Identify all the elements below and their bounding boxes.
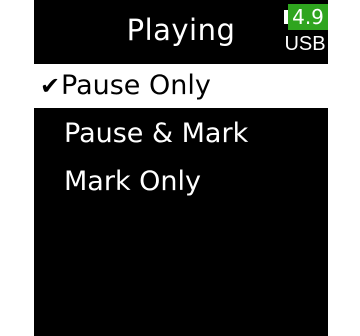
menu-item-pause-only[interactable]: ✔ Pause Only — [34, 64, 328, 108]
header: Playing 4.9 USB — [34, 0, 328, 64]
checkmark-icon: ✔ — [39, 72, 61, 100]
playing-option-list: ✔ Pause Only Pause & Mark Mark Only — [34, 64, 328, 208]
battery-indicator: 4.9 — [284, 4, 328, 30]
menu-item-label: Mark Only — [64, 166, 202, 197]
menu-item-label: Pause & Mark — [64, 118, 249, 149]
menu-item-mark-only[interactable]: Mark Only — [34, 160, 328, 208]
device-screen: Playing 4.9 USB ✔ Pause Only Pause & Mar… — [34, 0, 328, 336]
menu-item-label: Pause Only — [61, 70, 211, 101]
battery-voltage: 4.9 — [288, 4, 328, 30]
menu-item-pause-and-mark[interactable]: Pause & Mark — [34, 112, 328, 160]
power-source-label: USB — [284, 33, 326, 55]
